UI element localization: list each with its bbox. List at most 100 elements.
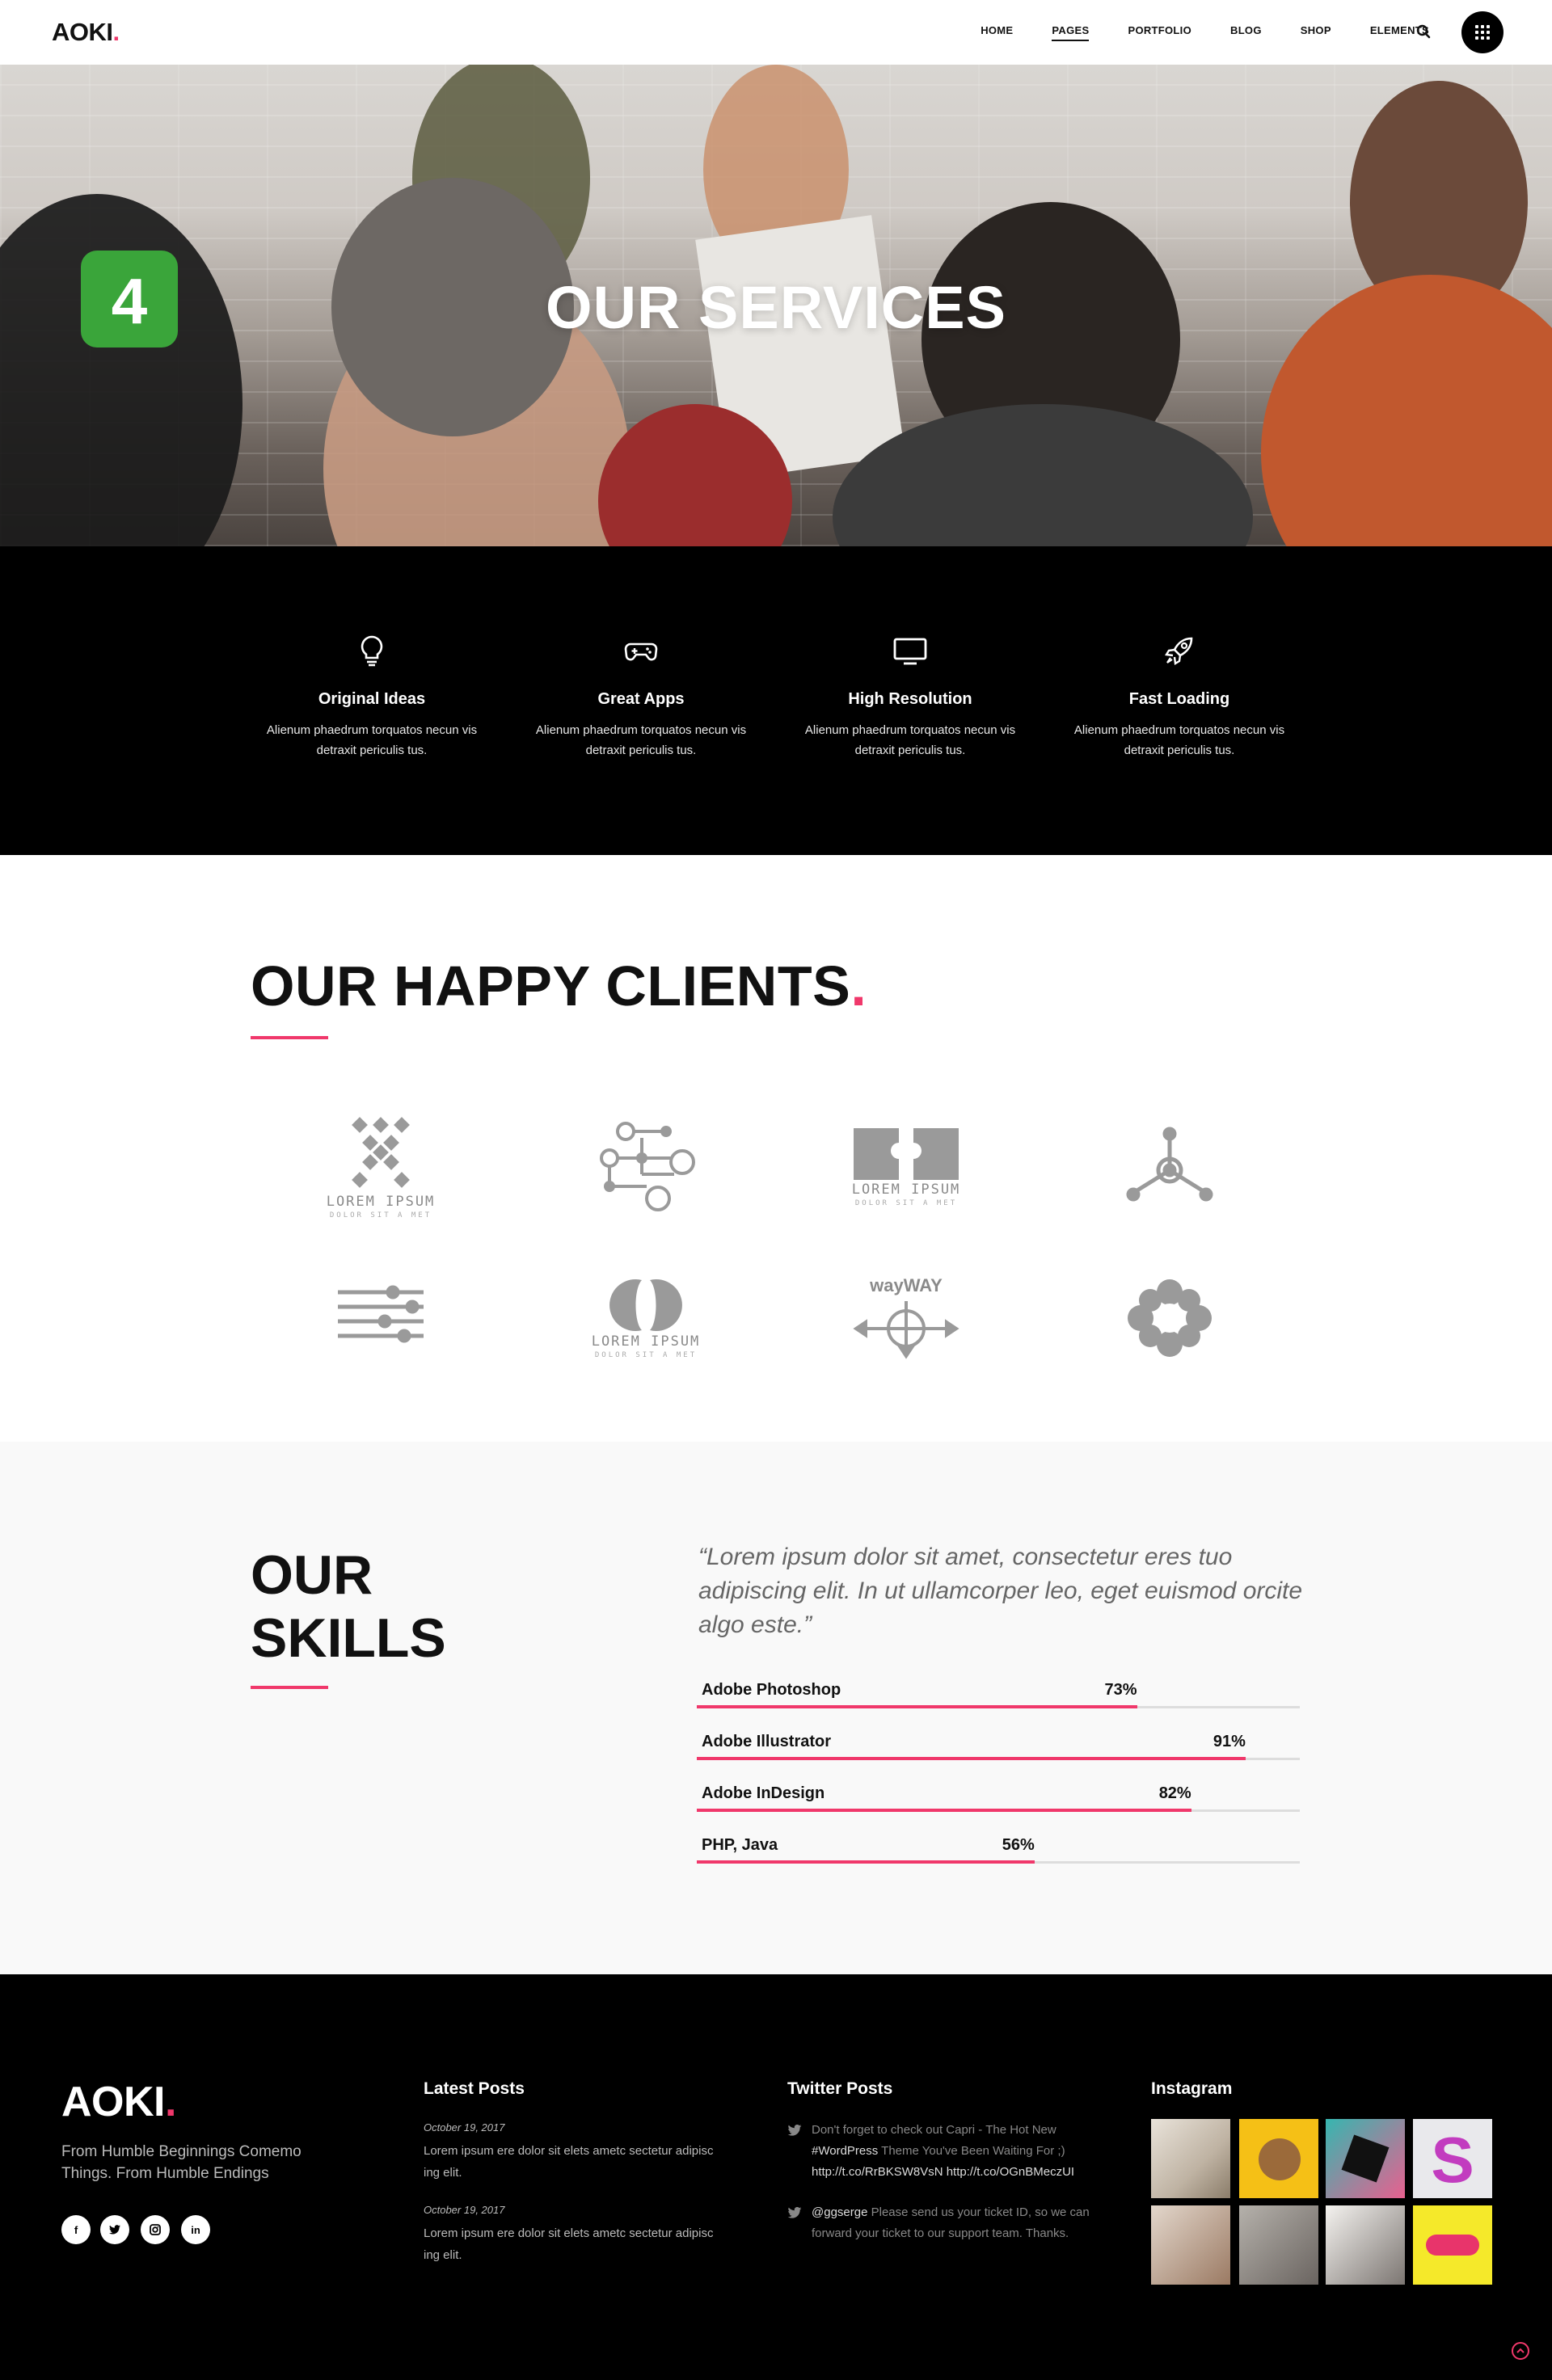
service-card-high-resolution: High Resolution Alienum phaedrum torquat… xyxy=(789,632,1031,760)
skill-fill xyxy=(697,1809,1191,1812)
tweet-item: @ggserge Please send us your ticket ID, … xyxy=(787,2202,1111,2244)
skill-bar: Adobe InDesign 82% xyxy=(697,1776,1300,1812)
client-logo-subcaption: DOLOR SIT A MET xyxy=(594,1351,698,1359)
client-logo-subcaption: DOLOR SIT A MET xyxy=(329,1211,432,1219)
instagram-thumbnail[interactable] xyxy=(1413,2205,1492,2285)
client-logo-3[interactable]: LOREM IPSUM DOLOR SIT A MET xyxy=(837,1106,975,1227)
tri-node-logo-icon xyxy=(1126,1127,1213,1202)
footer-tagline: From Humble Beginnings Comemo Things. Fr… xyxy=(61,2143,302,2182)
client-logo-6[interactable]: LOREM IPSUM DOLOR SIT A MET xyxy=(577,1257,715,1379)
client-logo-caption: LOREM IPSUM xyxy=(591,1333,701,1350)
client-logo-2[interactable] xyxy=(577,1106,715,1227)
instagram-icon[interactable] xyxy=(141,2215,170,2244)
puzzle-block-logo-icon xyxy=(854,1128,959,1180)
client-logo-1[interactable]: LOREM IPSUM DOLOR SIT A MET xyxy=(312,1106,449,1227)
tweet-text: Don't forget to check out Capri - The Ho… xyxy=(812,2123,1056,2137)
skill-percent: 82% xyxy=(1158,1784,1191,1802)
hero-banner: 4 OUR SERVICES xyxy=(0,65,1552,546)
menu-item-shop[interactable]: SHOP xyxy=(1301,24,1331,41)
menu-item-pages[interactable]: PAGES xyxy=(1052,24,1090,41)
instagram-thumbnail[interactable] xyxy=(1239,2119,1318,2198)
service-title: High Resolution xyxy=(848,690,972,708)
client-logo-8[interactable] xyxy=(1101,1257,1238,1379)
skill-name: Adobe Illustrator xyxy=(702,1733,832,1750)
instagram-thumbnail[interactable] xyxy=(1326,2205,1405,2285)
post-date: October 19, 2017 xyxy=(424,2204,505,2216)
instagram-thumbnail[interactable] xyxy=(1239,2205,1318,2285)
post-link[interactable]: Lorem ipsum ere dolor sit elets ametc se… xyxy=(424,2140,715,2184)
service-card-original-ideas: Original Ideas Alienum phaedrum torquato… xyxy=(251,632,493,760)
menu-item-portfolio[interactable]: PORTFOLIO xyxy=(1128,24,1191,41)
twitter-posts-title: Twitter Posts xyxy=(787,2079,893,2098)
client-logo-subcaption: DOLOR SIT A MET xyxy=(854,1199,958,1207)
clients-title-underline xyxy=(251,1036,328,1039)
skills-section-title: OUR SKILLS xyxy=(251,1544,446,1669)
menu-item-blog[interactable]: BLOG xyxy=(1230,24,1262,41)
instagram-thumbnail[interactable] xyxy=(1151,2119,1230,2198)
instagram-thumbnail[interactable] xyxy=(1326,2119,1405,2198)
footer-logo[interactable]: AOKI. xyxy=(61,2078,176,2126)
twitter-bird-icon xyxy=(787,2207,802,2218)
facebook-icon[interactable]: f xyxy=(61,2215,91,2244)
tweet-item: Don't forget to check out Capri - The Ho… xyxy=(787,2120,1111,2183)
instagram-thumbnail[interactable]: S xyxy=(1413,2119,1492,2198)
service-title: Original Ideas xyxy=(318,690,426,708)
client-logo-caption: wayWAY xyxy=(870,1275,943,1295)
linkedin-icon[interactable]: in xyxy=(181,2215,210,2244)
tweet-text: Theme You've Been Waiting For ;) xyxy=(878,2144,1065,2158)
client-logo-7[interactable]: wayWAY xyxy=(837,1257,975,1379)
skills-title-underline xyxy=(251,1686,328,1689)
slider-lines-logo-icon xyxy=(338,1285,424,1343)
skill-bar: Adobe Photoshop 73% xyxy=(697,1673,1300,1708)
compass-arrows-logo-icon xyxy=(853,1301,959,1359)
skill-fill xyxy=(697,1705,1137,1708)
x-arrows-logo-icon xyxy=(352,1117,410,1188)
service-text: Alienum phaedrum torquatos necun vis det… xyxy=(535,723,747,757)
site-footer: AOKI. From Humble Beginnings Comemo Thin… xyxy=(0,1974,1552,2380)
twitter-bird-icon xyxy=(787,2125,802,2136)
service-text: Alienum phaedrum torquatos necun vis det… xyxy=(1073,723,1285,757)
skill-fill xyxy=(697,1757,1246,1760)
twitter-icon[interactable] xyxy=(100,2215,129,2244)
post-date: October 19, 2017 xyxy=(424,2121,505,2134)
tweet-hashtag-link[interactable]: #WordPress xyxy=(812,2144,878,2158)
service-card-great-apps: Great Apps Alienum phaedrum torquatos ne… xyxy=(520,632,762,760)
tweet-mention-link[interactable]: @ggserge xyxy=(812,2205,867,2219)
service-text: Alienum phaedrum torquatos necun vis det… xyxy=(804,723,1016,757)
skill-fill xyxy=(697,1860,1035,1864)
search-icon[interactable] xyxy=(1416,24,1432,40)
split-circle-logo-icon xyxy=(609,1279,682,1331)
skill-percent: 73% xyxy=(1104,1681,1137,1699)
site-logo[interactable]: AOKI. xyxy=(52,18,120,47)
skill-bar: Adobe Illustrator 91% xyxy=(697,1725,1300,1760)
client-logo-5[interactable] xyxy=(312,1257,449,1379)
client-logo-4[interactable] xyxy=(1101,1106,1238,1227)
service-title: Fast Loading xyxy=(1128,690,1230,708)
hero-title: OUR SERVICES xyxy=(546,274,1006,341)
circuit-nodes-logo-icon xyxy=(600,1122,695,1211)
lightbulb-icon xyxy=(361,635,383,667)
skills-quote: “Lorem ipsum dolor sit amet, consectetur… xyxy=(698,1544,1303,1638)
skill-percent: 91% xyxy=(1212,1733,1246,1750)
flower-ring-logo-icon xyxy=(1128,1279,1212,1357)
instagram-thumbnail[interactable] xyxy=(1151,2205,1230,2285)
tweet-url-link[interactable]: http://t.co/RrBKSW8VsN http://t.co/OGnBM… xyxy=(812,2165,1074,2179)
services-strip: Original Ideas Alienum phaedrum torquato… xyxy=(0,546,1552,855)
clients-section-title: OUR HAPPY CLIENTS. xyxy=(251,954,867,1017)
latest-posts-title: Latest Posts xyxy=(424,2079,525,2098)
client-logo-caption: LOREM IPSUM xyxy=(851,1182,961,1198)
skills-section xyxy=(0,1442,1552,1975)
main-menu: HOME PAGES PORTFOLIO BLOG SHOP ELEMENTS xyxy=(942,24,1429,41)
post-link[interactable]: Lorem ipsum ere dolor sit elets ametc se… xyxy=(424,2222,715,2266)
skill-percent: 56% xyxy=(1002,1836,1035,1854)
menu-item-home[interactable]: HOME xyxy=(981,24,1013,41)
svg-text:S: S xyxy=(1431,2124,1474,2196)
skill-bar: PHP, Java 56% xyxy=(697,1828,1300,1864)
skill-name: Adobe InDesign xyxy=(702,1784,825,1802)
client-logo-caption: LOREM IPSUM xyxy=(326,1194,436,1210)
skill-name: PHP, Java xyxy=(702,1836,778,1854)
grid-menu-button[interactable] xyxy=(1461,11,1504,53)
service-title: Great Apps xyxy=(597,690,685,708)
rocket-icon xyxy=(1165,637,1193,665)
scroll-to-top-icon[interactable] xyxy=(1512,2342,1529,2360)
